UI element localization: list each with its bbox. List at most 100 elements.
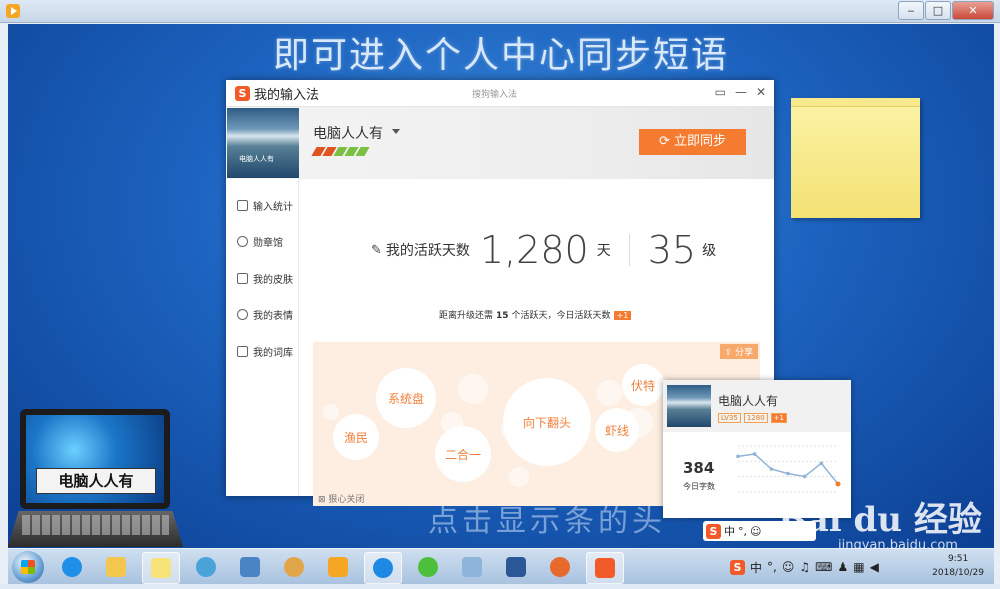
microphone-icon[interactable]: ♫	[799, 560, 810, 574]
decor-bubble	[596, 380, 622, 406]
sidebar-item-label: 我的皮肤	[253, 275, 293, 286]
volume-icon[interactable]: ◀	[870, 560, 879, 574]
share-button[interactable]: ⇪ 分享	[719, 344, 758, 359]
emoji-icon[interactable]: ☺	[782, 560, 795, 574]
active-days-unit: 天	[596, 243, 611, 259]
emoji-icon[interactable]: ☺	[750, 525, 761, 538]
word-bubble[interactable]: 二合一	[435, 426, 491, 482]
player-app-icon[interactable]	[6, 4, 20, 18]
upgrade-hint: 距离升级还需 15 个活跃天，今日活跃天数 +1	[439, 308, 632, 321]
sidebar-item-medals[interactable]: 勋章馆	[237, 234, 283, 249]
shirt-icon[interactable]: ♟	[837, 560, 848, 574]
keyboard-icon[interactable]: ⌨	[815, 560, 832, 574]
popup-header: 电脑人人有 LV35 1280 +1	[663, 380, 851, 432]
sogou-logo-icon: S	[706, 523, 721, 539]
close-hint[interactable]: ⊠ 狠心关闭	[318, 492, 364, 505]
word-bubble[interactable]: 系统盘	[376, 368, 436, 428]
paint-icon[interactable]	[276, 552, 312, 582]
chart-point	[786, 471, 790, 476]
wechat-icon[interactable]	[410, 552, 446, 582]
user-name[interactable]: 电脑人人有	[313, 123, 383, 143]
level-badge: LV35	[718, 413, 741, 423]
popup-user-name: 电脑人人有	[718, 394, 779, 408]
sidebar: 输入统计 勋章馆 我的皮肤 我的表情 我的词库	[226, 179, 299, 496]
system-tray: S 中 °, ☺ ♫ ⌨ ♟ ▦ ◀	[730, 553, 879, 581]
clock-time: 9:51	[947, 554, 969, 564]
tray-ime-punct[interactable]: °,	[767, 560, 777, 574]
chart-icon	[237, 200, 248, 211]
today-word-count: 384	[683, 459, 715, 477]
upgrade-suffix: 个活跃天，今日活跃天数	[511, 311, 611, 321]
ime-close-button[interactable]: ✕	[756, 85, 766, 99]
chevron-down-icon[interactable]	[392, 129, 400, 134]
toolbox-icon[interactable]: ▦	[853, 560, 864, 574]
sidebar-item-emoticons[interactable]: 我的表情	[237, 307, 293, 322]
ie-icon[interactable]	[54, 552, 90, 582]
laptop-logo-image: 电脑人人有	[8, 407, 188, 548]
sidebar-item-label: 输入统计	[253, 202, 293, 213]
pinwheel-icon[interactable]	[188, 552, 224, 582]
decor-bubble	[323, 404, 339, 420]
laptop-display: 电脑人人有	[26, 415, 164, 503]
folder-icon[interactable]	[98, 552, 134, 582]
ime-minimize-button[interactable]: —	[735, 85, 747, 99]
sync-now-button[interactable]: ⟳ 立即同步	[639, 129, 746, 155]
popup-avatar[interactable]	[667, 385, 711, 427]
active-days-row: ✎ 我的活跃天数 1,280 天 35 级	[371, 228, 717, 272]
sticky-note[interactable]	[791, 98, 920, 218]
laptop-brand-label: 电脑人人有	[36, 468, 156, 494]
ime-language-label[interactable]: 中	[724, 523, 735, 539]
word-bubble[interactable]: 伏特	[622, 364, 664, 406]
sidebar-item-label: 勋章馆	[253, 238, 283, 249]
medal-icon	[237, 236, 248, 247]
laptop-keyboard	[22, 515, 169, 535]
taskbar-icons	[54, 552, 624, 584]
active-days-label: 我的活跃天数	[385, 243, 470, 259]
ime-punct-label[interactable]: °,	[738, 525, 747, 538]
video-player-icon[interactable]	[320, 552, 356, 582]
today-badge: +1	[613, 311, 632, 320]
desktop-headline: 即可进入个人中心同步短语	[272, 35, 729, 76]
sidebar-item-lexicon[interactable]: 我的词库	[237, 344, 293, 359]
days-badge: 1280	[743, 413, 768, 423]
window-bottom-border	[0, 584, 1000, 589]
window-icon[interactable]	[454, 552, 490, 582]
chart-series-line	[737, 453, 839, 485]
feedback-icon[interactable]: ▭	[715, 85, 726, 99]
banner-caption: 电脑人人有	[239, 155, 274, 163]
decor-bubble	[458, 374, 488, 404]
today-word-count-label: 今日字数	[683, 482, 715, 491]
chart-point	[736, 454, 740, 459]
firefox-icon[interactable]	[542, 552, 578, 582]
start-button[interactable]	[12, 551, 44, 583]
ime-window-controls: ▭ — ✕	[715, 85, 766, 99]
level-unit: 级	[702, 243, 717, 259]
sticky-notes-icon[interactable]	[142, 552, 180, 584]
sogou-tray-icon[interactable]: S	[730, 559, 745, 575]
network-icon[interactable]	[232, 552, 268, 582]
user-avatar[interactable]: 电脑人人有	[227, 108, 299, 178]
active-days-value: 1,280	[479, 228, 589, 272]
book-icon	[237, 346, 248, 357]
level-value: 35	[647, 228, 697, 272]
word-bubble[interactable]: 虾线	[595, 408, 639, 452]
sidebar-item-label: 我的表情	[253, 311, 293, 322]
clock[interactable]: 9:51 2018/10/29	[932, 552, 984, 580]
word-bubble[interactable]: 向下翻头	[503, 378, 591, 466]
title-bar: ‒ □ ✕	[0, 0, 1000, 23]
word-bubble[interactable]: 渔民	[333, 414, 379, 460]
tray-ime-language[interactable]: 中	[750, 559, 762, 576]
desktop: 即可进入个人中心同步短语 点击显示条的头 电脑人人有 S 我的输入法 搜狗输入法…	[8, 24, 994, 548]
shirt-icon	[237, 273, 248, 284]
minimize-button[interactable]: ‒	[898, 1, 924, 20]
sidebar-item-skins[interactable]: 我的皮肤	[237, 271, 293, 286]
word-icon[interactable]	[498, 552, 534, 582]
browser-icon[interactable]	[364, 552, 402, 584]
sogou-taskbar-icon[interactable]	[586, 552, 624, 584]
ime-window-title: 我的输入法	[254, 88, 320, 103]
chart-point	[769, 467, 774, 471]
sidebar-item-stats[interactable]: 输入统计	[237, 198, 293, 213]
user-banner: 电脑人人有 电脑人人有 ⟳ 立即同步	[226, 107, 774, 179]
maximize-button[interactable]: □	[925, 1, 951, 20]
close-button[interactable]: ✕	[952, 1, 994, 20]
